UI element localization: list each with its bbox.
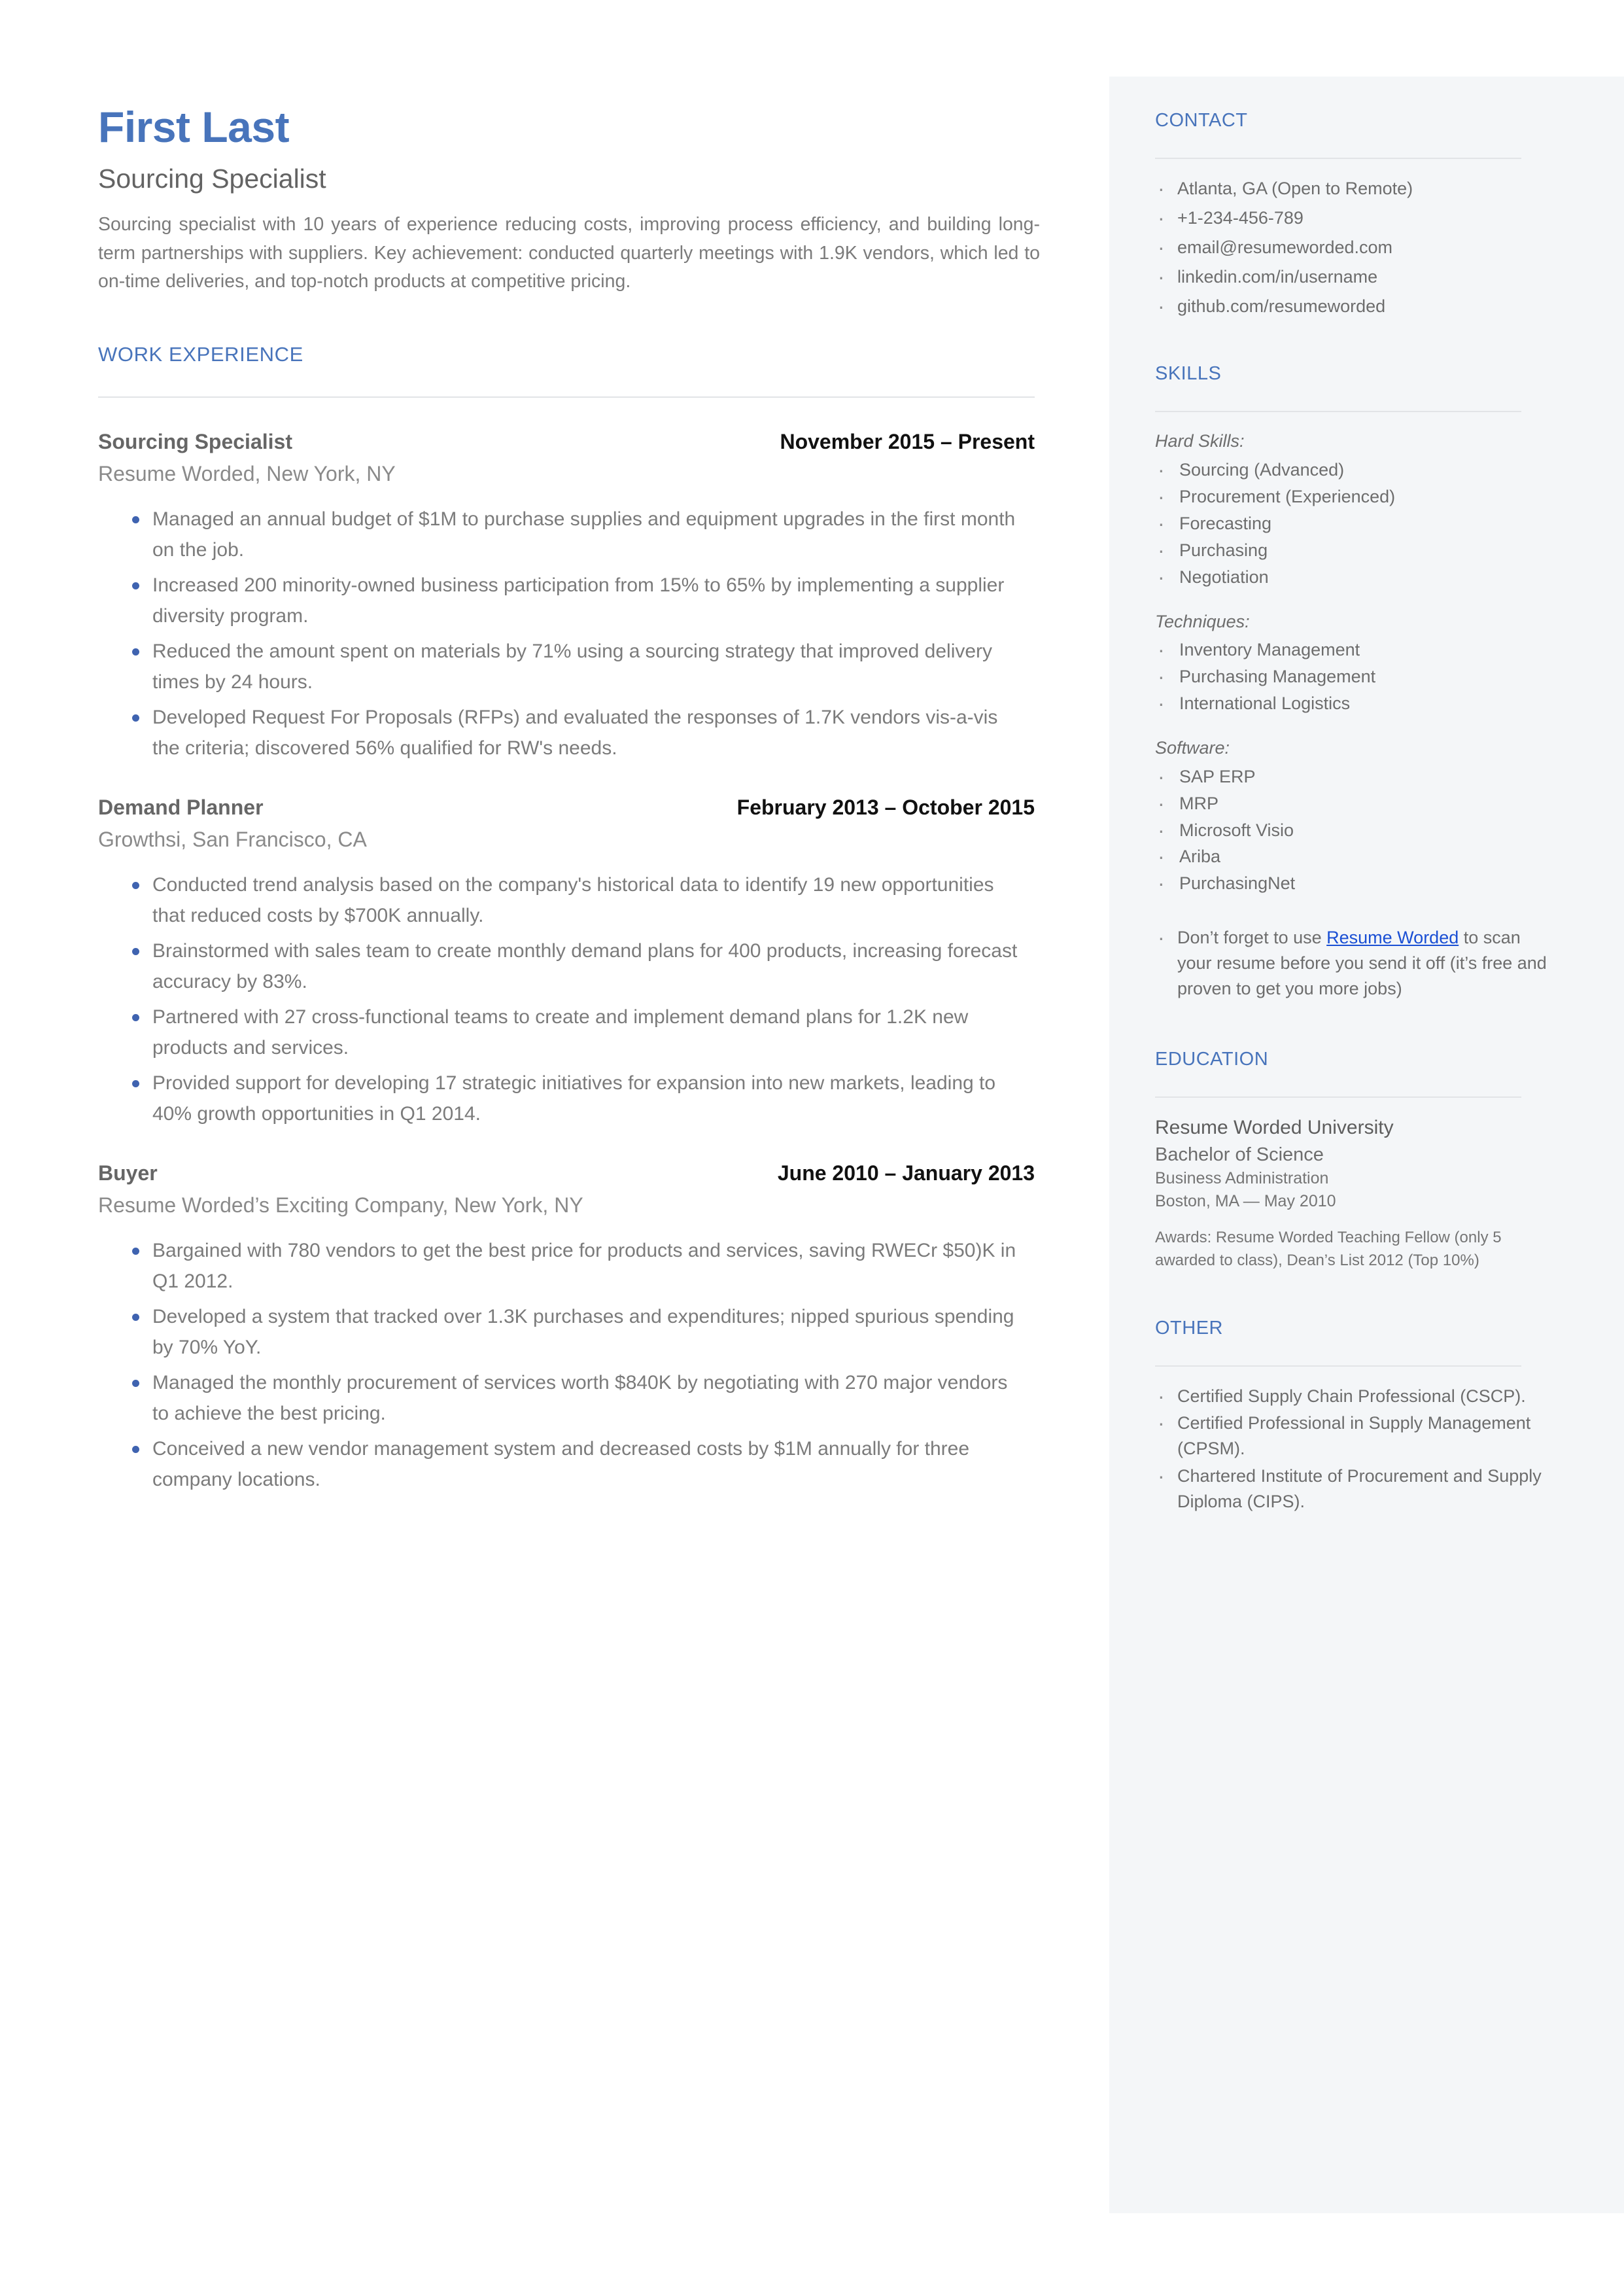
job-bullet: Increased 200 minority-owned business pa… [98,570,1029,631]
contact-item-github[interactable]: github.com/resumeworded [1155,291,1547,321]
page-title: First Last [98,103,290,151]
job-dates: November 2015 – Present [780,430,1035,454]
skills-list-software: SAP ERP MRP Microsoft Visio Ariba Purcha… [1155,762,1547,898]
job-bullet: Managed the monthly procurement of servi… [98,1368,1029,1429]
skill-item: SAP ERP [1155,762,1547,792]
job-bullet: Developed a system that tracked over 1.3… [98,1302,1029,1363]
skill-item: MRP [1155,788,1547,818]
contact-item-location: Atlanta, GA (Open to Remote) [1155,173,1547,203]
job-entry: Demand Planner February 2013 – October 2… [98,795,1043,1129]
job-company: Growthsi, San Francisco, CA [98,827,367,851]
main-column: First Last Sourcing Specialist Sourcing … [98,103,1043,1500]
other-item: Certified Supply Chain Professional (CSC… [1155,1381,1547,1411]
job-bullet: Partnered with 27 cross-functional teams… [98,1002,1029,1063]
section-heading-education: EDUCATION [1155,1048,1269,1070]
professional-summary: Sourcing specialist with 10 years of exp… [98,214,1040,292]
section-heading-work-experience: WORK EXPERIENCE [98,343,303,366]
job-bullet: Bargained with 780 vendors to get the be… [98,1236,1029,1297]
contact-section: CONTACT Atlanta, GA (Open to Remote) +1-… [1155,110,1547,321]
job-bullet: Brainstormed with sales team to create m… [98,936,1029,997]
job-title: Demand Planner [98,796,264,820]
education-awards: Awards: Resume Worded Teaching Fellow (o… [1155,1229,1502,1269]
header-job-title: Sourcing Specialist [98,164,326,194]
job-title: Sourcing Specialist [98,430,292,454]
job-bullet-list: Bargained with 780 vendors to get the be… [98,1236,1043,1495]
skill-item: Purchasing Management [1155,661,1547,692]
job-entry: Buyer June 2010 – January 2013 Resume Wo… [98,1161,1043,1495]
education-degree: Bachelor of Science [1155,1144,1324,1165]
education-field: Business Administration [1155,1169,1329,1188]
education-section: EDUCATION Resume Worded University Bache… [1155,1049,1547,1272]
skill-item: PurchasingNet [1155,868,1547,898]
skill-item: Purchasing [1155,535,1547,565]
job-bullet-list: Managed an annual budget of $1M to purch… [98,504,1043,763]
job-company: Resume Worded, New York, NY [98,461,396,485]
skills-list-techniques: Inventory Management Purchasing Manageme… [1155,635,1547,718]
contact-item-phone[interactable]: +1-234-456-789 [1155,203,1547,233]
job-entry: Sourcing Specialist November 2015 – Pres… [98,429,1043,763]
contact-item-email[interactable]: email@resumeworded.com [1155,232,1547,262]
skill-item: Ariba [1155,841,1547,871]
resume-worded-note: Don’t forget to use Resume Worded to sca… [1155,922,1550,1002]
job-header-row: Demand Planner February 2013 – October 2… [98,795,1040,820]
section-heading-other: OTHER [1155,1317,1223,1339]
other-section: OTHER Certified Supply Chain Professiona… [1155,1318,1547,1515]
skills-section: SKILLS Hard Skills: Sourcing (Advanced) … [1155,363,1547,1001]
section-divider [1155,158,1521,159]
skill-item: Forecasting [1155,508,1547,538]
job-bullet-list: Conducted trend analysis based on the co… [98,870,1043,1129]
resume-page: First Last Sourcing Specialist Sourcing … [0,0,1624,2295]
job-bullet: Conceived a new vendor management system… [98,1434,1029,1495]
job-dates: June 2010 – January 2013 [777,1161,1035,1185]
skills-group-label-hard-skills: Hard Skills: [1155,431,1245,451]
skill-item: Procurement (Experienced) [1155,482,1547,512]
skills-group-label-techniques: Techniques: [1155,611,1250,631]
skill-item: Microsoft Visio [1155,815,1547,845]
contact-list: Atlanta, GA (Open to Remote) +1-234-456-… [1155,173,1547,321]
job-header-row: Sourcing Specialist November 2015 – Pres… [98,429,1040,454]
job-bullet: Reduced the amount spent on materials by… [98,637,1029,697]
job-dates: February 2013 – October 2015 [736,796,1035,820]
job-header-row: Buyer June 2010 – January 2013 [98,1161,1040,1185]
section-divider [1155,1365,1521,1367]
other-item: Chartered Institute of Procurement and S… [1155,1461,1547,1515]
section-divider [1155,411,1521,413]
job-company: Resume Worded’s Exciting Company, New Yo… [98,1193,583,1217]
skill-item: Negotiation [1155,562,1547,592]
work-experience-section: WORK EXPERIENCE [98,343,1043,398]
skill-item: International Logistics [1155,688,1547,718]
resume-worded-link[interactable]: Resume Worded [1326,928,1459,947]
skills-group-label-software: Software: [1155,737,1230,758]
section-heading-contact: CONTACT [1155,110,1248,131]
contact-item-linkedin[interactable]: linkedin.com/in/username [1155,262,1547,292]
sidebar-column: CONTACT Atlanta, GA (Open to Remote) +1-… [1155,110,1547,1516]
skills-list-hard-skills: Sourcing (Advanced) Procurement (Experie… [1155,455,1547,592]
job-title: Buyer [98,1161,158,1185]
other-list: Certified Supply Chain Professional (CSC… [1155,1381,1547,1515]
note-text-before: Don’t forget to use [1177,928,1327,948]
other-item: Certified Professional in Supply Managem… [1155,1408,1547,1462]
section-divider [98,396,1035,398]
section-heading-skills: SKILLS [1155,363,1222,385]
section-divider [1155,1096,1521,1098]
skill-item: Inventory Management [1155,635,1547,665]
job-bullet: Conducted trend analysis based on the co… [98,870,1029,931]
job-bullet: Managed an annual budget of $1M to purch… [98,504,1029,565]
job-bullet: Developed Request For Proposals (RFPs) a… [98,703,1029,763]
education-location-date: Boston, MA — May 2010 [1155,1191,1336,1210]
skill-item: Sourcing (Advanced) [1155,455,1547,485]
job-bullet: Provided support for developing 17 strat… [98,1068,1029,1129]
education-school: Resume Worded University [1155,1116,1394,1138]
